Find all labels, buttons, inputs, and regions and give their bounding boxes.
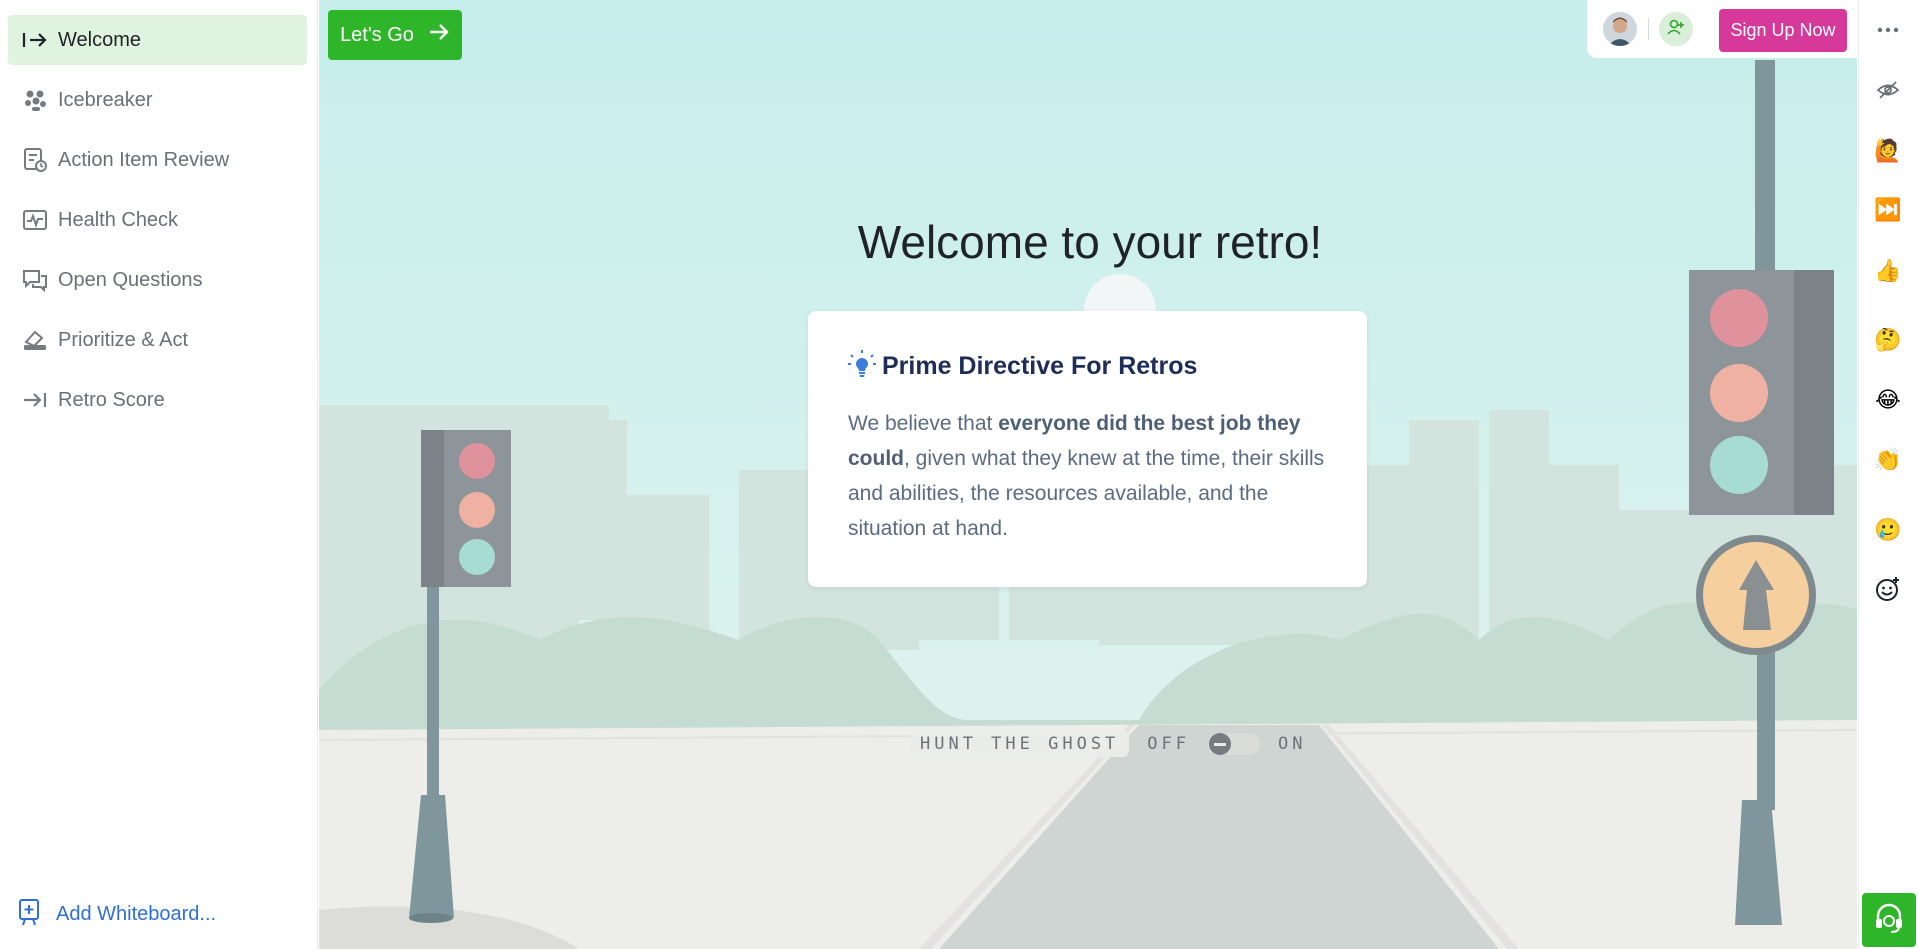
sidebar: Welcome Icebreaker Action Item Review He… <box>0 0 318 949</box>
card-title: Prime Directive For Retros <box>882 352 1198 380</box>
invite-user-button[interactable] <box>1659 12 1693 46</box>
arrow-right-icon <box>428 22 450 48</box>
help-chat-button[interactable] <box>1862 893 1916 947</box>
sidebar-item-label: Retro Score <box>58 388 165 411</box>
sidebar-item-action-item-review[interactable]: Action Item Review <box>8 135 307 185</box>
sidebar-item-retro-score[interactable]: Retro Score <box>8 375 307 425</box>
sidebar-item-label: Prioritize & Act <box>58 328 189 351</box>
toggle-on-label: ON <box>1278 734 1307 754</box>
sign-up-button[interactable]: Sign Up Now <box>1719 9 1847 52</box>
add-whiteboard-label: Add Whiteboard... <box>56 903 217 925</box>
sidebar-item-prioritize-act[interactable]: Prioritize & Act <box>8 315 307 365</box>
sidebar-item-label: Health Check <box>58 208 179 231</box>
add-reaction-icon[interactable] <box>1873 574 1903 604</box>
avatar[interactable] <box>1603 12 1637 46</box>
skip-forward-emoji[interactable]: ⏭️ <box>1873 195 1903 225</box>
add-user-icon <box>1667 19 1685 40</box>
clapping-emoji[interactable]: 👏 <box>1873 445 1903 475</box>
sidebar-item-label: Open Questions <box>58 268 203 291</box>
raised-hand-emoji[interactable]: 🙋 <box>1873 136 1903 166</box>
card-header: Prime Directive For Retros <box>848 349 1327 384</box>
eye-off-icon[interactable] <box>1873 75 1903 105</box>
laughing-emoji[interactable]: 😂 <box>1873 385 1903 415</box>
card-body-text: , given what they knew at the time, thei… <box>848 447 1325 540</box>
headset-icon <box>1872 901 1906 940</box>
sidebar-item-welcome[interactable]: Welcome <box>8 15 307 65</box>
card-body-text: We believe that <box>848 412 999 435</box>
sidebar-item-open-questions[interactable]: Open Questions <box>8 255 307 305</box>
toggle-knob <box>1209 733 1232 755</box>
lightbulb-icon <box>848 349 876 384</box>
add-whiteboard-button[interactable]: Add Whiteboard... <box>18 898 216 931</box>
arrow-to-bar-icon <box>20 385 50 415</box>
whiteboard-add-icon <box>18 898 40 931</box>
sidebar-item-label: Icebreaker <box>58 88 153 111</box>
lets-go-button[interactable]: Let's Go <box>328 10 462 60</box>
hunt-the-ghost-label: HUNT THE GHOST <box>910 731 1130 757</box>
more-options-icon[interactable] <box>1873 15 1903 45</box>
prime-directive-card: Prime Directive For Retros We believe th… <box>808 311 1367 587</box>
sidebar-item-health-check[interactable]: Health Check <box>8 195 307 245</box>
thumbs-up-emoji[interactable]: 👍 <box>1873 256 1903 286</box>
action-review-icon <box>20 145 50 175</box>
sidebar-item-label: Action Item Review <box>58 148 230 171</box>
sidebar-item-icebreaker[interactable]: Icebreaker <box>8 75 307 125</box>
hunt-the-ghost-control: HUNT THE GHOST OFF ON <box>910 730 1307 758</box>
divider <box>1648 18 1649 40</box>
health-check-icon <box>20 205 50 235</box>
page-title: Welcome to your retro! <box>857 216 1323 268</box>
prioritize-icon <box>20 325 50 355</box>
card-body: We believe that everyone did the best jo… <box>848 406 1327 546</box>
chat-bubbles-icon <box>20 265 50 295</box>
sidebar-item-label: Welcome <box>58 28 141 51</box>
lets-go-label: Let's Go <box>340 23 414 46</box>
sad-emoji[interactable]: 🥲 <box>1873 515 1903 545</box>
toggle-off-label: OFF <box>1147 734 1191 754</box>
icebreaker-icon <box>20 85 50 115</box>
thinking-emoji[interactable]: 🤔 <box>1873 325 1903 355</box>
arrow-right-from-bar-icon <box>20 25 50 55</box>
hunt-the-ghost-toggle[interactable] <box>1208 733 1261 755</box>
